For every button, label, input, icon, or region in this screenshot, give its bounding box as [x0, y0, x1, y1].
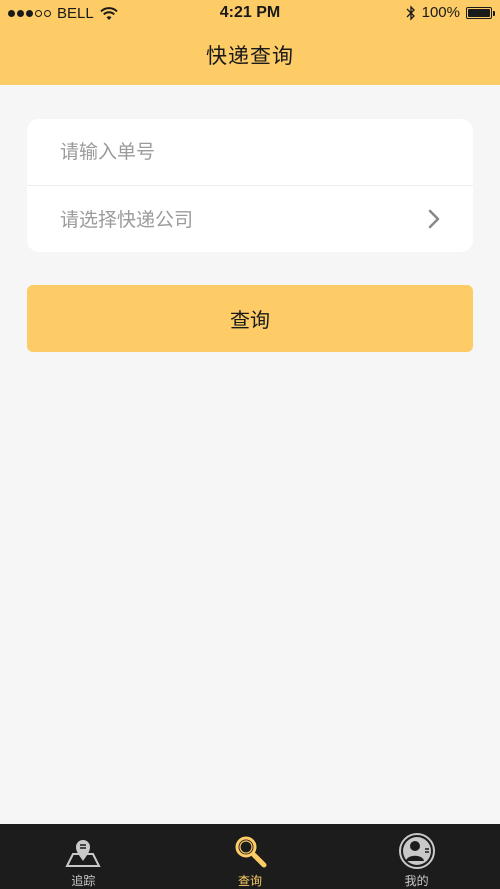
battery-nub: [493, 10, 495, 16]
status-right: 100%: [406, 4, 495, 21]
tracking-number-input[interactable]: [60, 141, 420, 163]
query-form-card: 请选择快递公司: [27, 119, 473, 252]
tab-label: 追踪: [71, 874, 96, 888]
status-bar: BELL 4:21 PM 100%: [0, 0, 500, 28]
tab-bar: 追踪 查询 我的: [0, 824, 500, 889]
tab-label: 我的: [404, 874, 429, 888]
tab-label: 查询: [238, 874, 263, 888]
bluetooth-icon: [406, 4, 415, 21]
courier-select-row[interactable]: 请选择快递公司: [27, 185, 473, 251]
chevron-right-icon: [428, 209, 440, 229]
battery-level: [468, 8, 490, 17]
tracking-number-row: [27, 119, 473, 185]
battery-percent: 100%: [421, 4, 460, 21]
courier-select-placeholder: 请选择快递公司: [60, 209, 194, 231]
tab-track[interactable]: 追踪: [0, 824, 167, 889]
map-pin-icon: [65, 840, 101, 867]
user-icon: [398, 833, 435, 869]
tab-query[interactable]: 查询: [167, 824, 334, 889]
magnifier-icon: [234, 835, 267, 868]
page-title: 快递查询: [206, 44, 294, 68]
battery-icon: [466, 6, 495, 19]
tab-mine[interactable]: 我的: [333, 824, 500, 889]
query-button[interactable]: 查询: [27, 285, 473, 352]
header: BELL 4:21 PM 100% 快递查询: [0, 0, 500, 85]
